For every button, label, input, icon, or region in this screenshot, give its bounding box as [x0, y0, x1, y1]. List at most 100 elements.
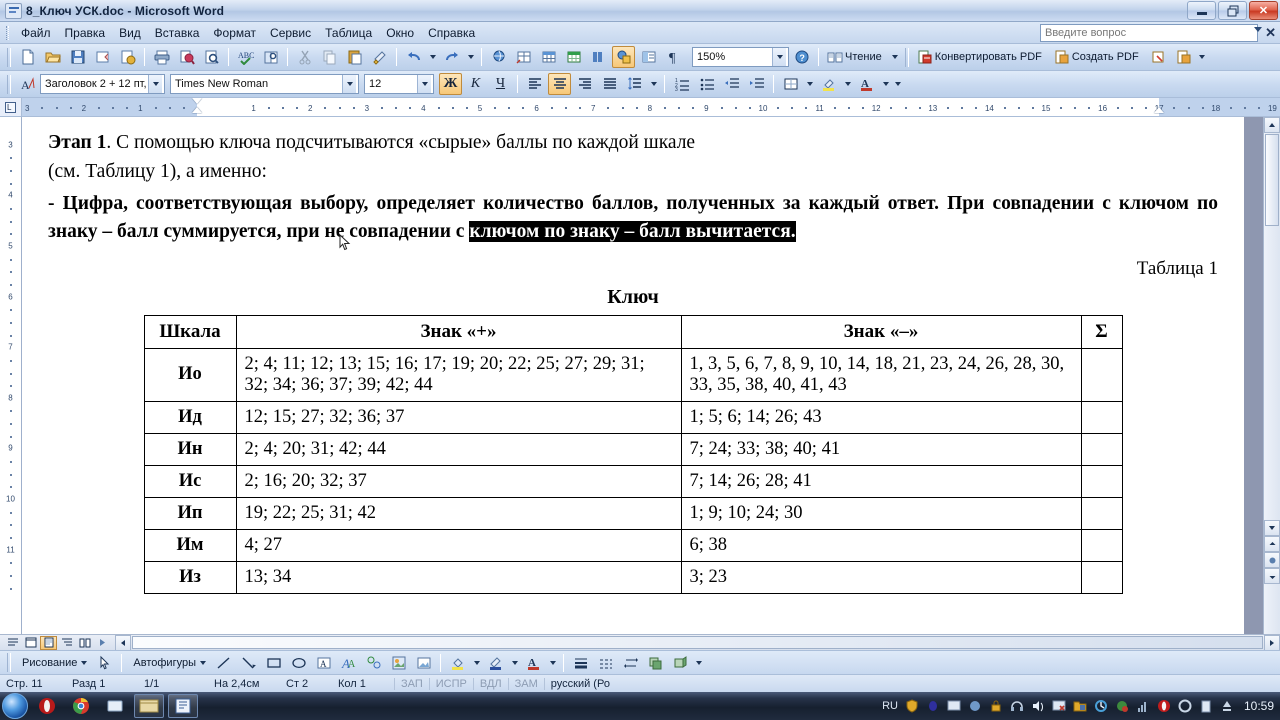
spelling-icon[interactable]: ABC	[234, 46, 257, 68]
ask-a-question-input[interactable]: Введите вопрос	[1040, 24, 1258, 42]
opera-icon[interactable]	[1156, 698, 1173, 715]
research-icon[interactable]	[259, 46, 282, 68]
status-flag-extend-selection[interactable]: ВДЛ	[472, 677, 508, 690]
normal-view-icon[interactable]	[4, 636, 21, 650]
tray-language-indicator[interactable]: RU	[882, 700, 898, 712]
line-color-dropdown-icon[interactable]	[509, 652, 520, 674]
reading-view-icon[interactable]	[76, 636, 93, 650]
permission-icon[interactable]	[116, 46, 139, 68]
font-size-combo[interactable]: 12	[364, 74, 434, 94]
highlight-dropdown-icon[interactable]	[842, 73, 853, 95]
menu-item-tools[interactable]: Сервис	[263, 24, 318, 42]
menu-item-table[interactable]: Таблица	[318, 24, 379, 42]
table-row[interactable]: Им 4; 27 6; 38	[143, 528, 1123, 562]
security-lock-icon[interactable]	[988, 698, 1005, 715]
menu-item-format[interactable]: Формат	[206, 24, 263, 42]
taskbar-clock[interactable]: 10:59	[1244, 699, 1274, 713]
vertical-ruler[interactable]: 3 4 5 6 7 8 9 10 11	[0, 117, 22, 634]
zoom-combo[interactable]: 150%	[692, 47, 789, 67]
scrollbar-thumb[interactable]	[1265, 134, 1279, 226]
chevron-down-icon[interactable]	[1254, 27, 1262, 32]
close-icon[interactable]: ✕	[1265, 25, 1276, 41]
3d-style-icon[interactable]	[669, 652, 692, 674]
styles-and-formatting-icon[interactable]: A	[16, 73, 39, 95]
undo-dropdown-icon[interactable]	[427, 46, 438, 68]
oval-icon[interactable]	[287, 652, 310, 674]
print-icon[interactable]	[150, 46, 173, 68]
document-body[interactable]: Этап 1. С помощью ключа подсчитываются «…	[22, 117, 1244, 594]
new-document-icon[interactable]	[16, 46, 39, 68]
numbered-list-icon[interactable]: 123	[670, 73, 693, 95]
volume-icon[interactable]	[1030, 698, 1047, 715]
show-formatting-marks-icon[interactable]: ¶	[662, 46, 685, 68]
opera-icon[interactable]	[32, 694, 62, 718]
next-page-button[interactable]	[1264, 568, 1280, 584]
drawing-toolbar-toggle-icon[interactable]	[612, 46, 635, 68]
line-icon[interactable]	[212, 652, 235, 674]
create-pdf-button[interactable]: Создать PDF	[1051, 46, 1146, 68]
drawing-menu-button[interactable]: Рисование	[16, 652, 91, 674]
fill-color-icon[interactable]	[446, 652, 469, 674]
font-color-dropdown-icon[interactable]	[547, 652, 558, 674]
fill-color-dropdown-icon[interactable]	[471, 652, 482, 674]
copy-icon[interactable]	[318, 46, 341, 68]
menu-grip[interactable]	[6, 25, 9, 40]
font-color-icon[interactable]: A	[855, 73, 878, 95]
outline-view-icon[interactable]	[58, 636, 75, 650]
word-document-icon[interactable]	[168, 694, 198, 718]
hanging-indent-marker[interactable]	[192, 107, 202, 113]
rectangle-icon[interactable]	[262, 652, 285, 674]
toolbar-grip[interactable]	[904, 47, 909, 67]
shield-icon[interactable]	[904, 698, 921, 715]
dash-style-icon[interactable]	[594, 652, 617, 674]
menu-item-file[interactable]: Файл	[14, 24, 58, 42]
chrome-icon[interactable]	[66, 694, 96, 718]
borders-icon[interactable]	[779, 73, 802, 95]
toolbar-options-icon[interactable]	[1198, 46, 1207, 68]
signal-icon[interactable]	[1135, 698, 1152, 715]
table-row[interactable]: Ип 19; 22; 25; 31; 42 1; 9; 10; 24; 30	[143, 496, 1123, 530]
reading-layout-button[interactable]: Чтение	[824, 46, 889, 68]
format-painter-icon[interactable]	[368, 46, 391, 68]
tables-and-borders-icon[interactable]	[512, 46, 535, 68]
windows-start-orb-icon[interactable]	[2, 693, 28, 719]
minimize-button[interactable]	[1187, 1, 1216, 20]
insert-table-icon[interactable]	[537, 46, 560, 68]
print-layout-view-icon[interactable]	[40, 635, 57, 650]
menu-item-help[interactable]: Справка	[421, 24, 482, 42]
line-spacing-dropdown-icon[interactable]	[648, 73, 659, 95]
chevron-down-icon[interactable]	[148, 75, 162, 93]
mail-icon[interactable]	[91, 46, 114, 68]
web-layout-view-icon[interactable]	[22, 636, 39, 650]
line-spacing-icon[interactable]	[623, 73, 646, 95]
status-language[interactable]: русский (Ро	[543, 677, 616, 690]
arrow-icon[interactable]	[237, 652, 260, 674]
paste-icon[interactable]	[343, 46, 366, 68]
italic-button[interactable]: К	[464, 73, 487, 95]
status-flag-record[interactable]: ЗАП	[394, 677, 429, 690]
menu-item-edit[interactable]: Правка	[58, 24, 113, 42]
toolbar-grip[interactable]	[7, 74, 11, 94]
font-combo[interactable]: Times New Roman	[170, 74, 359, 94]
columns-icon[interactable]	[587, 46, 610, 68]
antivirus-icon[interactable]	[1051, 698, 1068, 715]
toolbar-grip[interactable]	[7, 653, 11, 672]
autoshapes-button[interactable]: Автофигуры	[127, 652, 210, 674]
scroll-left-button[interactable]	[115, 634, 131, 651]
scroll-up-button[interactable]	[1264, 117, 1280, 133]
diagram-icon[interactable]	[362, 652, 385, 674]
table-row[interactable]: Ис 2; 16; 20; 32; 37 7; 14; 26; 28; 41	[143, 464, 1123, 498]
folder-lock-icon[interactable]	[1072, 698, 1089, 715]
font-color-icon[interactable]: A	[522, 652, 545, 674]
menu-item-insert[interactable]: Вставка	[148, 24, 207, 42]
clip-art-icon[interactable]	[387, 652, 410, 674]
update-icon[interactable]	[1093, 698, 1110, 715]
tab-selector-button[interactable]: L	[0, 98, 22, 116]
pdf-review-icon[interactable]	[1173, 46, 1196, 68]
horizontal-scrollbar-thumb[interactable]	[132, 636, 1263, 649]
network-icon[interactable]	[967, 698, 984, 715]
toolbar-grip[interactable]	[7, 47, 11, 67]
chevron-down-icon[interactable]	[417, 75, 431, 93]
menu-item-window[interactable]: Окно	[379, 24, 421, 42]
search-icon[interactable]	[200, 46, 223, 68]
